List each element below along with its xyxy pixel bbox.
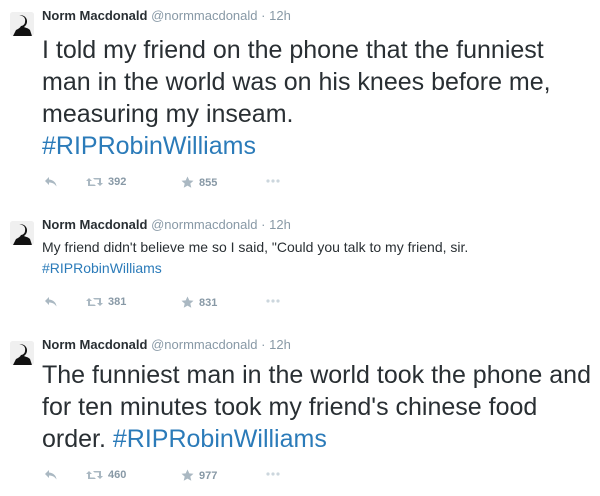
more-icon (266, 472, 280, 476)
reply-button[interactable] (44, 469, 58, 481)
avatar[interactable] (10, 221, 34, 245)
favorite-button[interactable]: 977 (181, 469, 217, 482)
reply-button[interactable] (44, 176, 58, 188)
tweet-text: My friend didn't believe me so I said, "… (42, 237, 592, 279)
hashtag-link[interactable]: #RIPRobinWilliams (113, 425, 327, 453)
retweet-button[interactable]: 392 (86, 176, 126, 188)
time-separator: · (261, 217, 266, 232)
more-icon (266, 179, 280, 183)
tweet-1[interactable]: Norm Macdonald @normmacdonald · 12h I to… (0, 8, 600, 203)
more-button[interactable] (266, 179, 280, 183)
author-handle[interactable]: @normmacdonald (151, 8, 257, 23)
favorite-count: 977 (199, 469, 218, 482)
tweet-text: I told my friend on the phone that the f… (42, 34, 592, 162)
avatar[interactable] (10, 341, 34, 365)
retweet-count: 392 (108, 176, 127, 188)
star-icon (181, 469, 194, 481)
reply-icon (45, 297, 57, 307)
timestamp[interactable]: 12h (269, 337, 291, 352)
author-name[interactable]: Norm Macdonald (42, 337, 147, 352)
retweet-icon (86, 298, 103, 306)
tweet-3[interactable]: Norm Macdonald @normmacdonald · 12h The … (0, 337, 600, 492)
retweet-count: 381 (108, 296, 127, 308)
tweet-body: My friend didn't believe me so I said, "… (42, 239, 469, 255)
favorite-count: 855 (199, 176, 218, 189)
tweet-header: Norm Macdonald @normmacdonald · 12h (42, 8, 291, 24)
avatar-silhouette-icon (10, 221, 34, 245)
star-icon (181, 296, 194, 308)
more-icon (266, 299, 280, 303)
retweet-icon (86, 471, 103, 479)
favorite-button[interactable]: 855 (181, 176, 217, 189)
reply-icon (45, 177, 57, 187)
tweet-header: Norm Macdonald @normmacdonald · 12h (42, 217, 291, 233)
tweet-body: I told my friend on the phone that the f… (42, 36, 551, 128)
avatar-silhouette-icon (10, 341, 34, 365)
hashtag-link[interactable]: #RIPRobinWilliams (42, 132, 256, 160)
timestamp[interactable]: 12h (269, 8, 291, 23)
favorite-count: 831 (199, 296, 218, 309)
retweet-count: 460 (108, 469, 127, 481)
author-handle[interactable]: @normmacdonald (151, 337, 257, 352)
tweet-2[interactable]: Norm Macdonald @normmacdonald · 12h My f… (0, 217, 600, 317)
timestamp[interactable]: 12h (269, 217, 291, 232)
author-handle[interactable]: @normmacdonald (151, 217, 257, 232)
retweet-button[interactable]: 381 (86, 296, 126, 308)
retweet-button[interactable]: 460 (86, 469, 126, 481)
author-name[interactable]: Norm Macdonald (42, 8, 147, 23)
time-separator: · (261, 337, 266, 352)
star-icon (181, 176, 194, 188)
reply-icon (45, 470, 57, 480)
hashtag-link[interactable]: #RIPRobinWilliams (42, 260, 162, 276)
time-separator: · (261, 8, 266, 23)
more-button[interactable] (266, 472, 280, 476)
avatar-silhouette-icon (10, 12, 34, 36)
tweet-text: The funniest man in the world took the p… (42, 359, 592, 455)
more-button[interactable] (266, 299, 280, 303)
avatar[interactable] (10, 12, 34, 36)
reply-button[interactable] (44, 296, 58, 308)
favorite-button[interactable]: 831 (181, 296, 217, 309)
author-name[interactable]: Norm Macdonald (42, 217, 147, 232)
tweet-feed: Norm Macdonald @normmacdonald · 12h I to… (0, 0, 600, 496)
tweet-header: Norm Macdonald @normmacdonald · 12h (42, 337, 291, 353)
retweet-icon (86, 178, 103, 186)
